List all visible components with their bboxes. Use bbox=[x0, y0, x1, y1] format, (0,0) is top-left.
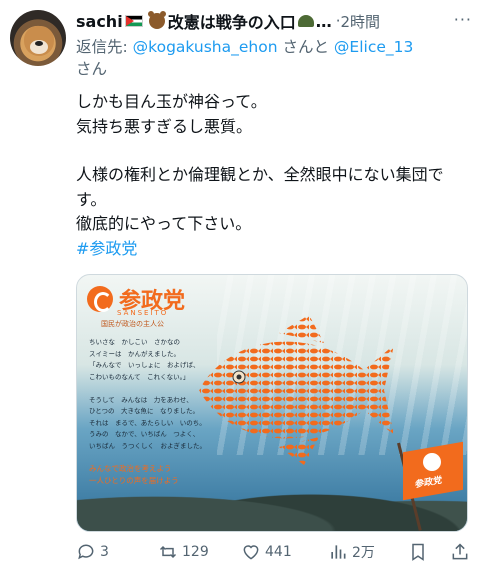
more-options-button[interactable]: ··· bbox=[454, 10, 472, 29]
like-button[interactable]: 441 bbox=[241, 542, 292, 562]
repost-button[interactable]: 129 bbox=[158, 542, 209, 562]
bookmark-icon bbox=[412, 543, 424, 561]
reply-handle-2[interactable]: @Elice_13 bbox=[334, 38, 413, 56]
heart-icon bbox=[243, 545, 259, 560]
reply-prefix: 返信先: bbox=[76, 38, 133, 56]
author-name[interactable]: sachi bbox=[76, 12, 123, 31]
flag-logo-icon bbox=[423, 453, 441, 471]
flag-cloth bbox=[403, 441, 463, 501]
bookmark-button[interactable] bbox=[408, 542, 428, 562]
tweet-header: sachi 改憲は戦争の入口 … · 2時間 ··· bbox=[76, 10, 472, 32]
author-name-suffix[interactable]: 改憲は戦争の入口 bbox=[168, 10, 296, 32]
reply-button[interactable]: 3 bbox=[76, 542, 109, 562]
palestine-flag-icon bbox=[124, 15, 143, 27]
reply-handle-1[interactable]: @kogakusha_ehon bbox=[133, 38, 278, 56]
hashtag-link[interactable]: #参政党 bbox=[76, 237, 472, 262]
avatar[interactable] bbox=[10, 10, 66, 66]
share-button[interactable] bbox=[450, 542, 470, 562]
share-icon bbox=[452, 543, 468, 560]
party-tagline: 国民が政治の主人公 bbox=[101, 320, 164, 328]
like-count: 441 bbox=[265, 544, 292, 560]
party-logo-subtitle: SANSEITO bbox=[117, 309, 169, 317]
analytics-icon bbox=[331, 545, 346, 559]
tweet-actions: 3 129 441 2万 bbox=[76, 540, 476, 568]
tweet-paragraph-2: 人様の権利とか倫理観とか、全然眼中にない集団です。 徹底的にやって下さい。 bbox=[76, 165, 444, 233]
repost-count: 129 bbox=[182, 544, 209, 560]
reply-icon bbox=[78, 544, 94, 560]
tweet-paragraph-1: しかも目ん玉が神谷って。 気持ち悪すぎるし悪質。 bbox=[76, 92, 267, 136]
author-name-ellipsis: … bbox=[315, 11, 332, 31]
view-count: 2万 bbox=[352, 545, 375, 561]
reply-count: 3 bbox=[100, 544, 109, 560]
tweet-image[interactable]: 参政党 SANSEITO 国民が政治の主人公 ちいさな かしこい さかなの スイ… bbox=[76, 274, 468, 532]
big-fish-illustration bbox=[199, 315, 394, 465]
reply-suffix: さん bbox=[76, 60, 108, 78]
repost-icon bbox=[159, 545, 177, 559]
views-button[interactable]: 2万 bbox=[328, 542, 375, 562]
tweet-text: しかも目ん玉が神谷って。 気持ち悪すぎるし悪質。 人様の権利とか倫理観とか、全然… bbox=[76, 90, 472, 261]
party-logo-icon bbox=[87, 286, 113, 312]
reply-and: さんと bbox=[277, 38, 334, 56]
bear-icon bbox=[147, 11, 166, 29]
reply-context: 返信先: @kogakusha_ehon さんと @Elice_13 さん bbox=[76, 36, 472, 80]
timestamp[interactable]: 2時間 bbox=[340, 11, 380, 32]
party-flag: 参政党 bbox=[395, 441, 465, 531]
military-helmet-icon bbox=[297, 15, 314, 27]
avatar-dog-nose bbox=[35, 41, 43, 46]
